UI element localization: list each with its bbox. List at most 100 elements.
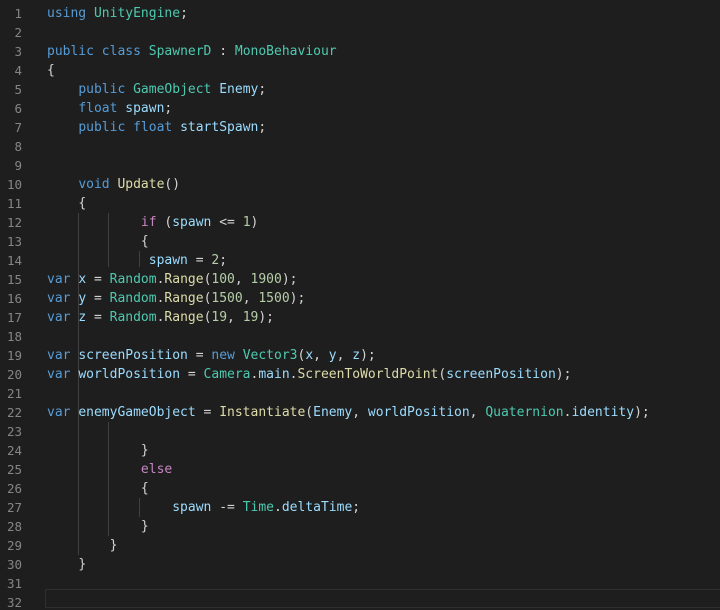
- code-line[interactable]: 18: [0, 327, 720, 346]
- code-token: worldPosition: [78, 367, 181, 382]
- code-token: spawn: [172, 215, 212, 230]
- code-token: public: [47, 44, 94, 59]
- code-token: ,: [227, 310, 243, 325]
- code-line[interactable]: 9: [0, 156, 720, 175]
- code-text[interactable]: public float startSpawn;: [47, 118, 266, 137]
- code-token: );: [281, 272, 298, 287]
- code-text[interactable]: var enemyGameObject = Instantiate(Enemy,…: [47, 403, 650, 422]
- code-token: ,: [313, 348, 329, 363]
- code-text[interactable]: public class SpawnerD : MonoBehaviour: [47, 42, 337, 61]
- line-number: 14: [6, 253, 22, 268]
- code-token: startSpawn: [180, 120, 259, 135]
- code-line[interactable]: 17 var z = Random.Range(19, 19);: [0, 308, 720, 327]
- code-line[interactable]: 20 var worldPosition = Camera.main.Screen…: [0, 365, 720, 384]
- code-token: }: [140, 519, 149, 534]
- code-token: ScreenToWorldPoint: [297, 367, 439, 382]
- line-number: 28: [6, 519, 22, 534]
- code-token: Time: [242, 500, 274, 515]
- code-line[interactable]: 27 spawn -= Time.deltaTime;: [0, 498, 720, 517]
- code-line[interactable]: 30 }: [0, 555, 720, 574]
- code-text[interactable]: }: [47, 517, 149, 536]
- code-token: }: [78, 557, 87, 572]
- code-line[interactable]: 11 {: [0, 194, 720, 213]
- code-token: public: [78, 120, 126, 135]
- code-line[interactable]: 1 using UnityEngine;: [0, 4, 720, 23]
- code-line[interactable]: 29 }: [0, 536, 720, 555]
- code-text[interactable]: void Update(): [47, 175, 180, 194]
- code-editor[interactable]: 1 using UnityEngine; 2 3 public class Spawne…: [0, 0, 720, 610]
- code-token: :: [211, 44, 235, 59]
- code-line[interactable]: 32: [0, 593, 720, 610]
- code-text[interactable]: using UnityEngine;: [47, 4, 188, 23]
- code-token: else: [140, 462, 173, 477]
- code-line[interactable]: 4{: [0, 61, 720, 80]
- code-line[interactable]: 14 spawn = 2;: [0, 251, 720, 270]
- code-text[interactable]: var worldPosition = Camera.main.ScreenTo…: [47, 365, 571, 384]
- code-token: z: [352, 348, 361, 363]
- code-token: if: [140, 215, 157, 230]
- code-text[interactable]: var z = Random.Range(19, 19);: [47, 308, 274, 327]
- code-text[interactable]: }: [47, 441, 149, 460]
- code-text[interactable]: spawn = 2;: [47, 251, 227, 270]
- line-number: 12: [6, 215, 22, 230]
- code-text[interactable]: float spawn;: [47, 99, 172, 118]
- code-token: enemyGameObject: [78, 405, 196, 420]
- code-line[interactable]: 24 }: [0, 441, 720, 460]
- code-line[interactable]: 2: [0, 23, 720, 42]
- code-text[interactable]: if (spawn <= 1): [47, 213, 258, 232]
- line-number: 32: [6, 595, 22, 610]
- code-text[interactable]: {: [47, 194, 86, 213]
- code-token: Range: [164, 310, 204, 325]
- code-token: ,: [336, 348, 353, 363]
- code-line[interactable]: 8: [0, 137, 720, 156]
- code-token: z: [78, 310, 87, 325]
- code-line[interactable]: 6 float spawn;: [0, 99, 720, 118]
- code-line[interactable]: 25 else: [0, 460, 720, 479]
- code-token: .: [274, 500, 282, 515]
- code-text[interactable]: }: [47, 536, 118, 555]
- code-line[interactable]: 3 public class SpawnerD : MonoBehaviour: [0, 42, 720, 61]
- code-line[interactable]: 22 var enemyGameObject = Instantiate(Enem…: [0, 403, 720, 422]
- code-line[interactable]: 13 {: [0, 232, 720, 251]
- code-text[interactable]: else: [47, 460, 172, 479]
- code-token: identity: [571, 405, 635, 420]
- line-number: 29: [6, 538, 22, 553]
- code-token: 1: [242, 215, 251, 230]
- code-line[interactable]: 23: [0, 422, 720, 441]
- code-line[interactable]: 19 var screenPosition = new Vector3(x, y,…: [0, 346, 720, 365]
- code-line[interactable]: 15 var x = Random.Range(100, 1900);: [0, 270, 720, 289]
- line-number: 17: [6, 310, 22, 325]
- code-token: {: [140, 481, 149, 496]
- code-text[interactable]: spawn -= Time.deltaTime;: [47, 498, 360, 517]
- code-text[interactable]: {: [47, 61, 55, 80]
- code-token: var: [47, 310, 71, 325]
- code-token: <=: [211, 215, 243, 230]
- code-line[interactable]: 16 var y = Random.Range(1500, 1500);: [0, 289, 720, 308]
- line-number: 10: [6, 177, 22, 192]
- code-text[interactable]: }: [47, 555, 86, 574]
- code-line[interactable]: 31: [0, 574, 720, 593]
- code-text[interactable]: public GameObject Enemy;: [47, 80, 266, 99]
- code-line[interactable]: 7 public float startSpawn;: [0, 118, 720, 137]
- code-line[interactable]: 26 {: [0, 479, 720, 498]
- code-text[interactable]: {: [47, 232, 149, 251]
- code-line[interactable]: 28 }: [0, 517, 720, 536]
- line-number: 8: [14, 139, 22, 154]
- code-text[interactable]: var x = Random.Range(100, 1900);: [47, 270, 298, 289]
- code-line[interactable]: 12 if (spawn <= 1): [0, 213, 720, 232]
- code-text[interactable]: var y = Random.Range(1500, 1500);: [47, 289, 305, 308]
- code-line[interactable]: 21: [0, 384, 720, 403]
- code-line[interactable]: 10 void Update(): [0, 175, 720, 194]
- code-text[interactable]: var screenPosition = new Vector3(x, y, z…: [47, 346, 376, 365]
- code-line[interactable]: 5 public GameObject Enemy;: [0, 80, 720, 99]
- code-token: Random: [109, 272, 157, 287]
- code-text[interactable]: {: [47, 479, 149, 498]
